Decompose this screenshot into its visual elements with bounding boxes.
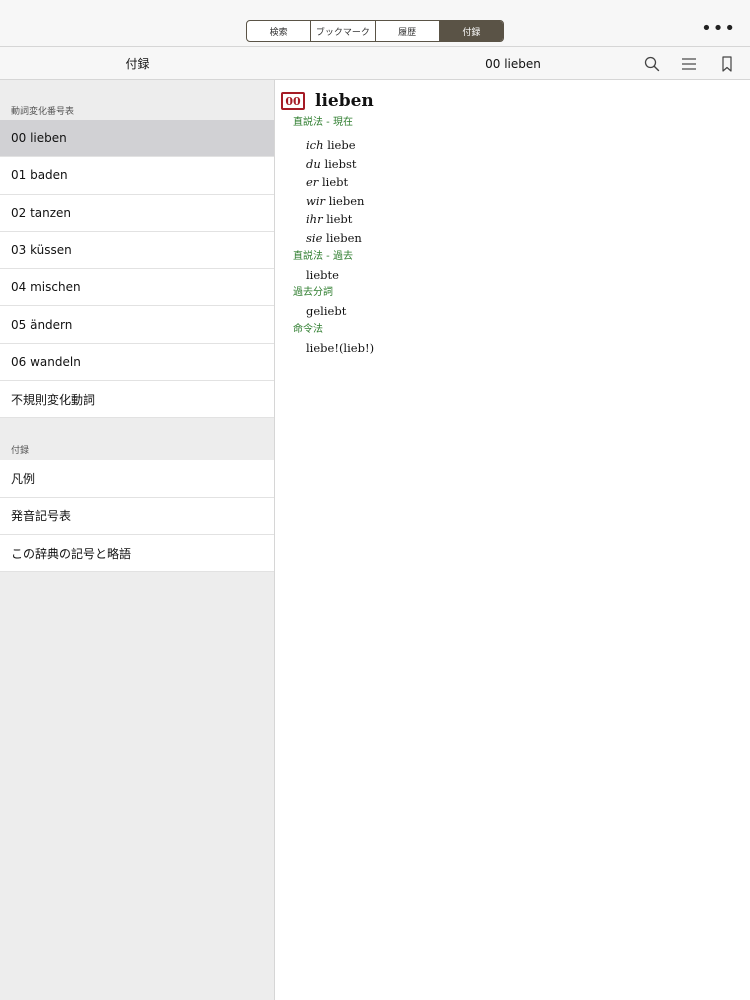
conjugation-line: sie lieben: [306, 229, 750, 248]
sidebar-item-05-aendern[interactable]: 05 ändern: [0, 306, 274, 344]
section-header-appendix: 付録: [11, 446, 30, 457]
mode-segmented-control: 検索 ブックマーク 履歴 付録: [246, 20, 504, 42]
entry-heading: 00 lieben: [281, 91, 750, 111]
verb-form: lieben: [328, 193, 365, 208]
verb-form: lieben: [326, 230, 362, 245]
sidebar-item-03-kuessen[interactable]: 03 küssen: [0, 231, 274, 270]
section-header-conjugation: 動詞変化番号表: [11, 107, 75, 117]
pronoun: ich: [306, 138, 324, 152]
sidebar-item-02-tanzen[interactable]: 02 tanzen: [0, 194, 274, 232]
pronoun: sie: [306, 230, 323, 245]
navigation-bar: 付録 00 lieben: [0, 47, 750, 80]
page-title: 00 lieben: [485, 56, 541, 71]
sidebar-title: 付録: [125, 57, 150, 71]
sidebar-item-04-mischen[interactable]: 04 mischen: [0, 269, 274, 307]
present-tense-label: 直説法 - 現在: [293, 117, 353, 128]
pronoun: ihr: [306, 212, 323, 227]
sidebar-item-phonetic-symbols[interactable]: 発音記号表: [0, 497, 274, 535]
search-icon[interactable]: [643, 55, 661, 73]
conjugation-line: du liebst: [306, 155, 750, 174]
sidebar-item-irregular-verbs[interactable]: 不規則変化動詞: [0, 381, 274, 419]
segment-appendix[interactable]: 付録: [439, 21, 503, 41]
pronoun: du: [306, 156, 321, 171]
past-tense-label: 直説法 - 過去: [293, 250, 353, 262]
sidebar-item-legend[interactable]: 凡例: [0, 460, 274, 498]
verb-form: liebt: [321, 175, 349, 190]
sidebar-item-01-baden[interactable]: 01 baden: [0, 157, 274, 195]
segment-search[interactable]: 検索: [247, 21, 312, 41]
sidebar: 動詞変化番号表 00 lieben 01 baden 02 tanzen 03 …: [0, 80, 275, 1000]
verb-form: liebt: [326, 212, 353, 227]
conjugation-line: ich liebe: [306, 136, 750, 155]
sidebar-item-06-wandeln[interactable]: 06 wandeln: [0, 343, 274, 382]
past-participle-form: geliebt: [306, 304, 347, 319]
entry-number-badge: 00: [281, 92, 305, 110]
verb-form: liebe: [327, 138, 356, 152]
pronoun: er: [306, 175, 319, 190]
imperative-form: liebe!(lieb!): [306, 340, 375, 355]
sidebar-item-symbols-abbreviations[interactable]: この辞典の記号と略語: [0, 534, 274, 573]
past-form: liebte: [306, 267, 339, 282]
ellipsis-icon[interactable]: •••: [701, 20, 736, 38]
segment-history[interactable]: 履歴: [376, 21, 440, 41]
past-participle-label: 過去分詞: [293, 287, 333, 299]
conjugation-line: wir lieben: [306, 192, 750, 211]
conjugation-line: er liebt: [306, 173, 750, 192]
bookmark-icon[interactable]: [718, 55, 736, 73]
segment-bookmark[interactable]: ブックマーク: [311, 21, 376, 41]
top-toolbar: 検索 ブックマーク 履歴 付録 •••: [0, 0, 750, 47]
conjugation-line: ihr liebt: [306, 210, 750, 229]
pronoun: wir: [306, 193, 326, 208]
list-icon[interactable]: [680, 55, 698, 73]
sidebar-item-00-lieben[interactable]: 00 lieben: [0, 120, 274, 158]
verb-form: liebst: [324, 156, 357, 171]
entry-content: 00 lieben 直説法 - 現在 ich liebe du liebst e…: [276, 80, 750, 1000]
imperative-label: 命令法: [293, 323, 323, 335]
entry-headword: lieben: [315, 91, 374, 111]
